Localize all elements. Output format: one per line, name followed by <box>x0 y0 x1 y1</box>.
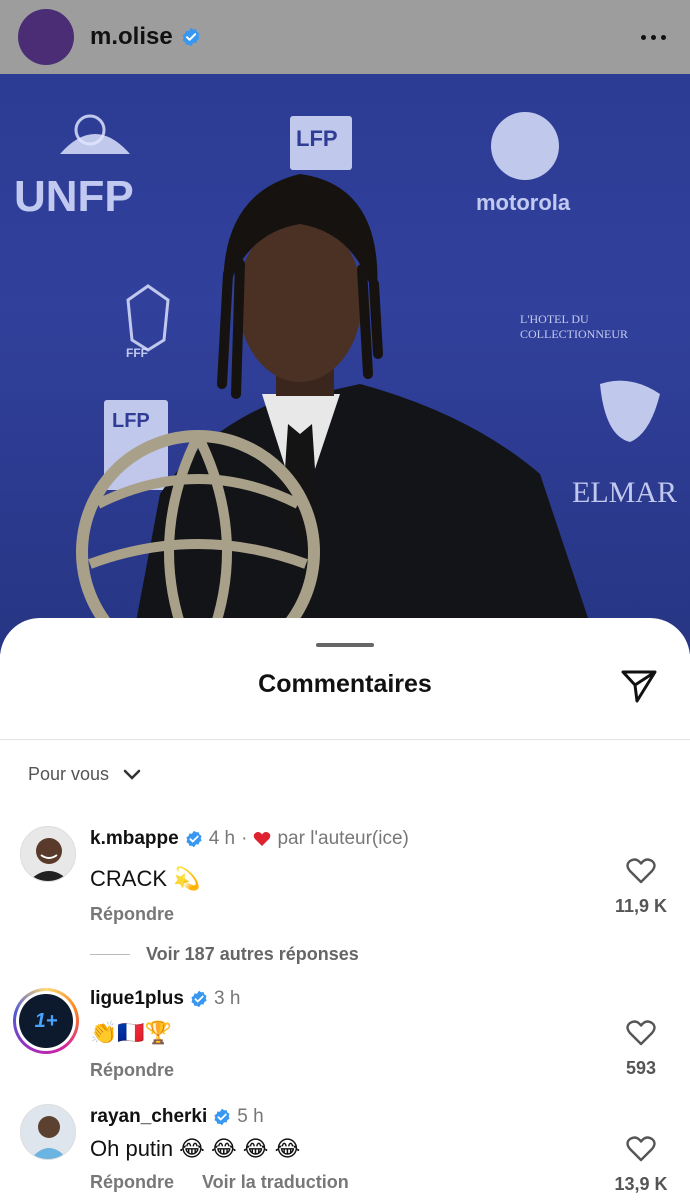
heart-outline-icon[interactable] <box>626 1136 656 1162</box>
comment-time: 4 h <box>208 828 236 849</box>
comment-text: Oh putin 😂 😂 😂 😂 <box>90 1136 300 1162</box>
heart-outline-icon[interactable] <box>626 1020 656 1046</box>
comment-actions: Répondre <box>90 904 174 925</box>
sponsor-lfp: LFP <box>296 126 338 151</box>
author-liked-heart-icon <box>254 832 271 846</box>
like-count: 593 <box>625 1058 657 1078</box>
comment-meta: k.mbappe 4 h · par l'auteur(ice) <box>90 828 409 850</box>
replies-line <box>90 954 130 955</box>
view-replies-label: Voir 187 autres réponses <box>146 944 359 964</box>
comment-actions: Répondre <box>90 1060 174 1081</box>
comment-meta: rayan_cherki 5 h <box>90 1106 264 1128</box>
post-photo-illustration <box>60 112 660 654</box>
commenter-username[interactable]: k.mbappe <box>90 828 179 850</box>
like-count: 13,9 K <box>614 1174 668 1194</box>
commenter-username[interactable]: rayan_cherki <box>90 1106 207 1128</box>
commenter-avatar-story-ring[interactable]: 1+ <box>13 988 79 1054</box>
commenter-avatar[interactable] <box>20 1104 76 1160</box>
sheet-title: Commentaires <box>258 670 432 698</box>
translate-button[interactable]: Voir la traduction <box>202 1172 349 1193</box>
comment-time: 5 h <box>237 1106 264 1127</box>
comment-like: 11,9 K <box>606 858 676 917</box>
sheet-drag-handle[interactable] <box>316 643 374 647</box>
reply-button[interactable]: Répondre <box>90 1172 174 1193</box>
comment-emojis: 💫 <box>173 866 201 891</box>
comment-actions: Répondre Voir la traduction <box>90 1172 349 1193</box>
sponsor-hotel: L'HOTEL DU COLLECTIONNEUR <box>520 312 628 341</box>
sponsor-elmar: ELMAR <box>572 476 677 509</box>
filter-label: Pour vous <box>28 764 110 784</box>
post-header: m.olise <box>0 0 690 74</box>
comments-sheet: Commentaires Pour vous k.mbappe 4 h · pa… <box>0 618 690 1200</box>
sponsor-unfp: UNFP <box>14 172 134 221</box>
sponsor-fff: FFF <box>126 346 148 360</box>
post-author[interactable]: m.olise <box>74 23 201 51</box>
reply-button[interactable]: Répondre <box>90 904 174 925</box>
comment-body: Oh putin <box>90 1136 174 1161</box>
comment-meta: ligue1plus 3 h <box>90 988 240 1010</box>
sheet-divider <box>0 739 690 740</box>
sponsor-motorola: motorola <box>476 190 571 215</box>
comment-like: 13,9 K <box>606 1136 676 1195</box>
post-photo: UNFP LFP motorola FFF L'HOTEL DU COLLECT… <box>0 74 690 654</box>
comment-like: 593 <box>606 1020 676 1079</box>
liked-by-author-label: par l'auteur(ice) <box>277 828 409 849</box>
verified-badge-icon <box>181 27 201 47</box>
more-options-icon[interactable] <box>635 25 672 50</box>
like-count: 11,9 K <box>614 896 668 916</box>
comments-filter-dropdown[interactable]: Pour vous <box>28 764 141 785</box>
commenter-avatar[interactable] <box>20 826 76 882</box>
reply-button[interactable]: Répondre <box>90 1060 174 1081</box>
sponsor-lfp-2: LFP <box>112 410 150 432</box>
heart-outline-icon[interactable] <box>626 858 656 884</box>
comment-time: 3 h <box>213 988 241 1009</box>
ligue1plus-logo: 1+ <box>19 994 73 1048</box>
view-replies-button[interactable]: Voir 187 autres réponses <box>90 944 359 965</box>
comment-body: CRACK <box>90 866 168 891</box>
comment-emojis: 😂 😂 😂 😂 <box>179 1136 301 1161</box>
verified-badge-icon <box>190 990 208 1008</box>
post-author-username[interactable]: m.olise <box>90 23 173 51</box>
comment-text: CRACK 💫 <box>90 866 200 892</box>
verified-badge-icon <box>213 1108 231 1126</box>
meta-separator: · <box>241 828 248 849</box>
chevron-down-icon <box>123 769 141 780</box>
post-author-avatar[interactable] <box>18 9 74 65</box>
comment-text: 👏🇫🇷🏆 <box>90 1020 172 1046</box>
comment-emojis: 👏🇫🇷🏆 <box>90 1020 173 1045</box>
verified-badge-icon <box>185 830 203 848</box>
commenter-username[interactable]: ligue1plus <box>90 988 184 1010</box>
share-icon[interactable] <box>618 666 660 706</box>
